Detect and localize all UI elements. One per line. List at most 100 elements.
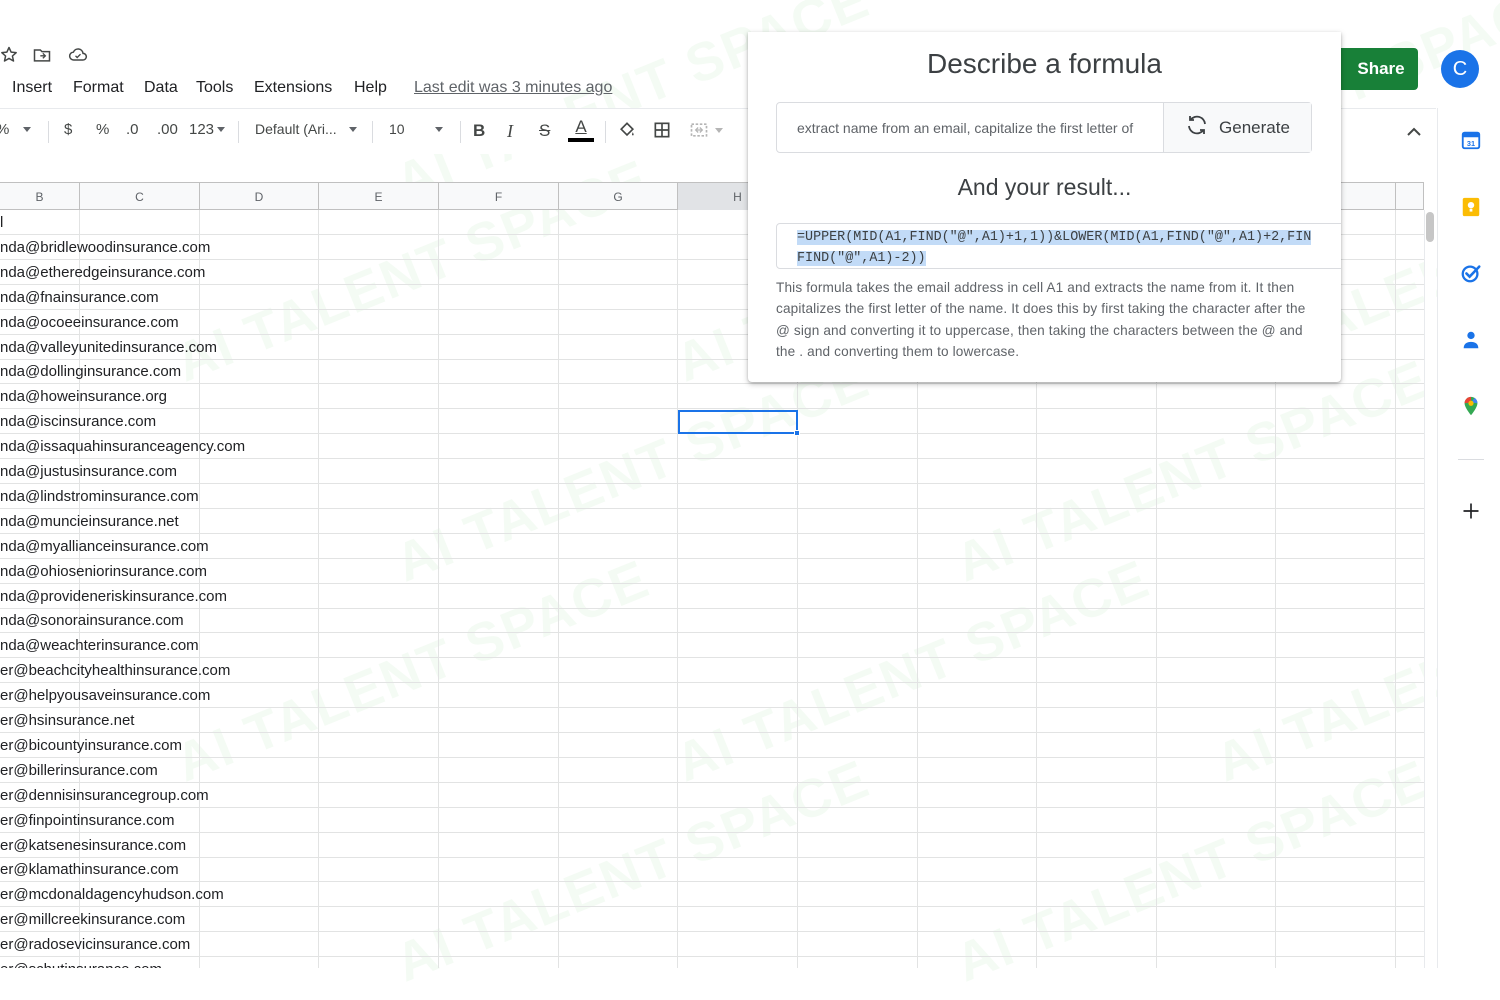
cell-value[interactable]: nda@muncieinsurance.net (0, 513, 179, 530)
more-formats-button[interactable]: 123 (189, 121, 226, 138)
cell-value[interactable]: er@mcdonaldagencyhudson.com (0, 886, 224, 903)
zoom-select[interactable]: % (0, 121, 32, 138)
increase-decimals-button[interactable]: .00 (157, 121, 178, 138)
cell-value[interactable]: nda@sonorainsurance.com (0, 612, 184, 629)
cell-value[interactable]: nda@bridlewoodinsurance.com (0, 239, 210, 256)
strikethrough-button[interactable]: S (539, 121, 550, 141)
cell-value[interactable]: er@schutinsurance.com (0, 961, 162, 968)
column-header-e[interactable]: E (319, 183, 439, 210)
cell-value[interactable]: er@finpointinsurance.com (0, 812, 174, 829)
currency-format-button[interactable]: $ (64, 121, 72, 138)
menu-format[interactable]: Format (73, 79, 124, 97)
percent-format-button[interactable]: % (96, 121, 109, 138)
cell-value[interactable]: nda@issaquahinsuranceagency.com (0, 438, 245, 455)
cell-value[interactable]: er@bicountyinsurance.com (0, 737, 182, 754)
result-title: And your result... (957, 174, 1132, 200)
cell-value[interactable]: nda@justusinsurance.com (0, 463, 177, 480)
generate-label: Generate (1219, 117, 1290, 137)
contacts-icon[interactable] (1460, 329, 1482, 351)
cell-value[interactable]: nda@myallianceinsurance.com (0, 538, 209, 555)
cell-value[interactable]: nda@ohioseniorinsurance.com (0, 563, 207, 580)
tasks-icon[interactable] (1460, 262, 1482, 284)
menu-data[interactable]: Data (144, 79, 178, 97)
bold-button[interactable]: B (473, 121, 485, 141)
avatar-letter: C (1452, 57, 1468, 80)
column-header-n[interactable] (1396, 183, 1424, 210)
column-header-f[interactable]: F (439, 183, 559, 210)
table-row: er@beachcityhealthinsurance.com (0, 658, 1424, 684)
fill-color-icon[interactable] (617, 120, 637, 140)
vertical-scrollbar[interactable] (1424, 210, 1436, 968)
cell-value[interactable]: er@klamathinsurance.com (0, 861, 179, 878)
cell-value[interactable]: nda@dollinginsurance.com (0, 363, 181, 380)
cell-value[interactable]: nda@fnainsurance.com (0, 289, 159, 306)
last-edit-link[interactable]: Last edit was 3 minutes ago (414, 79, 612, 97)
cell-value[interactable]: nda@provideneriskinsurance.com (0, 588, 227, 605)
table-row: er@helpyousaveinsurance.com (0, 683, 1424, 709)
column-header-c[interactable]: C (80, 183, 200, 210)
borders-icon[interactable] (652, 120, 672, 140)
cell-value[interactable]: nda@howeinsurance.org (0, 388, 167, 405)
cell-value[interactable]: er@millcreekinsurance.com (0, 911, 185, 928)
vertical-scrollbar-thumb[interactable] (1426, 212, 1434, 242)
font-size-select[interactable]: 10 (389, 121, 443, 137)
add-addon-icon[interactable] (1460, 500, 1482, 522)
cell-value[interactable]: er@hsinsurance.net (0, 712, 134, 729)
cell-value[interactable]: er@helpyousaveinsurance.com (0, 687, 210, 704)
merge-cells-icon[interactable] (688, 120, 723, 140)
formula-explanation: This formula takes the email address in … (776, 280, 1306, 359)
table-row: er@klamathinsurance.com (0, 857, 1424, 883)
table-row: er@billerinsurance.com (0, 758, 1424, 783)
cell-value[interactable]: er@dennisinsurancegroup.com (0, 787, 209, 804)
menu-extensions[interactable]: Extensions (254, 79, 332, 97)
text-color-button[interactable]: A (568, 117, 594, 142)
cell-value[interactable]: er@beachcityhealthinsurance.com (0, 662, 230, 679)
selected-cell-h9[interactable] (678, 410, 800, 436)
cell-value[interactable]: er@billerinsurance.com (0, 762, 158, 779)
share-button[interactable]: Share (1330, 48, 1418, 90)
cell-value[interactable]: nda@iscinsurance.com (0, 413, 156, 430)
cell-value[interactable]: nda@etheredgeinsurance.com (0, 264, 205, 281)
cell-value[interactable]: er@katsenesinsurance.com (0, 837, 186, 854)
collapse-toolbar-icon[interactable] (1406, 125, 1422, 143)
font-value: Default (Ari... (255, 121, 337, 137)
generate-button[interactable]: Generate (1163, 103, 1311, 152)
table-row: nda@weachterinsurance.com (0, 633, 1424, 659)
italic-button[interactable]: I (507, 121, 513, 142)
table-row: er@hsinsurance.net (0, 708, 1424, 733)
cell-value[interactable]: l (0, 214, 3, 231)
fill-handle[interactable] (794, 430, 800, 436)
font-select[interactable]: Default (Ari... (255, 121, 357, 137)
move-to-folder-icon[interactable] (31, 44, 53, 66)
column-header-d[interactable]: D (200, 183, 319, 210)
table-row: nda@myallianceinsurance.com (0, 534, 1424, 559)
table-row: nda@issaquahinsuranceagency.com (0, 434, 1424, 460)
calendar-icon[interactable]: 31 (1460, 129, 1482, 151)
table-row: er@millcreekinsurance.com (0, 907, 1424, 933)
menu-tools[interactable]: Tools (196, 79, 233, 97)
share-label: Share (1357, 59, 1405, 78)
zoom-value: % (0, 121, 9, 138)
cell-value[interactable]: nda@lindstrominsurance.com (0, 488, 199, 505)
formula-description-input[interactable] (777, 103, 1163, 152)
star-icon[interactable] (0, 44, 20, 66)
menu-help[interactable]: Help (354, 79, 387, 97)
maps-icon[interactable] (1460, 395, 1482, 417)
formula-output[interactable]: =UPPER(MID(A1,FIND("@",A1)+1,1))&LOWER(M… (776, 223, 1341, 269)
side-panel-divider (1458, 459, 1484, 460)
cell-value[interactable]: er@radosevicinsurance.com (0, 936, 190, 953)
column-header-b[interactable]: B (0, 183, 80, 210)
cell-value[interactable]: nda@valleyunitedinsurance.com (0, 339, 217, 356)
decrease-decimals-button[interactable]: .0 (126, 121, 139, 138)
table-row: nda@sonorainsurance.com (0, 608, 1424, 634)
avatar[interactable]: C (1441, 50, 1479, 88)
cell-value[interactable]: nda@weachterinsurance.com (0, 637, 199, 654)
cloud-saved-icon[interactable] (67, 44, 89, 66)
prompt-box: Generate (776, 102, 1312, 153)
formula-line-2: FIND("@",A1)-2)) (797, 251, 926, 266)
keep-icon[interactable] (1460, 196, 1482, 218)
formula-line-1: =UPPER(MID(A1,FIND("@",A1)+1,1))&LOWER(M… (797, 230, 1312, 245)
cell-value[interactable]: nda@ocoeeinsurance.com (0, 314, 179, 331)
menu-insert[interactable]: Insert (12, 79, 52, 97)
column-header-g[interactable]: G (559, 183, 678, 210)
